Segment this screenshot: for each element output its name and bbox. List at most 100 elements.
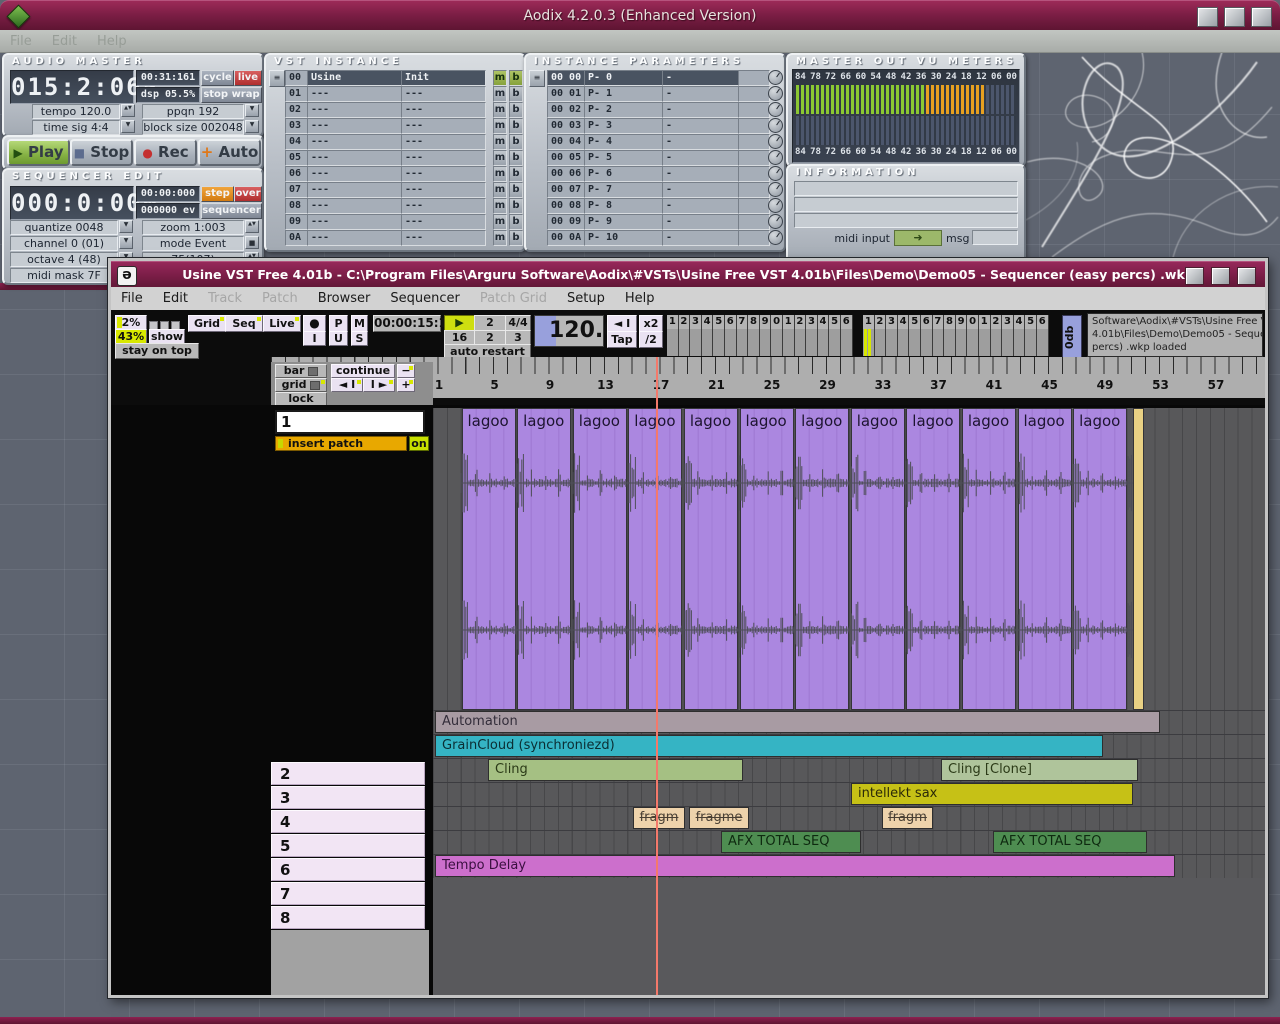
vst-mute-button[interactable]: m — [493, 134, 507, 150]
usine-minimize-button[interactable] — [1185, 267, 1204, 285]
param-value[interactable]: - — [662, 230, 741, 246]
vst-slot-name[interactable]: --- — [307, 214, 404, 230]
live-view-button[interactable]: Live — [263, 315, 301, 332]
vst-bypass-button[interactable]: b — [509, 230, 523, 246]
vst-slot-preset[interactable]: Init — [401, 70, 486, 86]
clip-automation[interactable]: Automation — [435, 711, 1160, 733]
sig-cell-2[interactable]: 4/4 — [505, 315, 531, 331]
u-toggle-button[interactable]: U — [329, 331, 348, 346]
vst-slot-preset[interactable]: --- — [401, 230, 486, 246]
clip-area[interactable]: lagoolagoolagoolagoolagoolagoolagoolagoo… — [433, 405, 1265, 995]
pattern-cell[interactable] — [991, 329, 1003, 356]
pattern-digit[interactable]: 3 — [690, 315, 702, 329]
clip-cling[interactable]: Cling — [488, 759, 743, 781]
param-value[interactable]: - — [662, 118, 741, 134]
track-header-4[interactable]: 4 — [271, 810, 425, 833]
pattern-digit[interactable]: 2 — [991, 315, 1003, 329]
pattern-bank-a[interactable]: 1234567890123456 — [667, 315, 853, 356]
pattern-digit[interactable]: 8 — [944, 315, 956, 329]
tempo-div2-button[interactable]: /2 — [639, 331, 663, 348]
pattern-cell[interactable] — [795, 329, 807, 356]
clip-intellekt-sax[interactable]: intellekt sax — [851, 783, 1133, 805]
ppqn-field[interactable]: ppqn 192 — [142, 104, 244, 119]
usine-menu-help[interactable]: Help — [615, 287, 665, 306]
channel-drop-button[interactable]: ▼ — [119, 236, 133, 249]
pattern-digit[interactable]: 1 — [979, 315, 991, 329]
pattern-cell[interactable] — [818, 329, 830, 356]
vst-mute-button[interactable]: m — [493, 102, 507, 118]
pattern-digit[interactable]: 1 — [863, 315, 875, 329]
stop-wrap-button[interactable]: stop wrap — [201, 87, 262, 103]
vst-bypass-button[interactable]: b — [509, 214, 523, 230]
clip-fragm[interactable]: fragm — [633, 807, 685, 829]
track-header-7[interactable]: 7 — [271, 882, 425, 905]
param-knob[interactable] — [768, 230, 783, 245]
continue-button[interactable]: continue — [331, 364, 395, 378]
pattern-cell[interactable] — [979, 329, 991, 356]
param-name[interactable]: P- 1 — [584, 86, 665, 102]
param-knob[interactable] — [768, 134, 783, 149]
pattern-cell[interactable] — [702, 329, 714, 356]
param-value[interactable]: - — [662, 102, 741, 118]
pattern-digit[interactable]: 9 — [956, 315, 968, 329]
pattern-cell[interactable] — [806, 329, 818, 356]
usine-titlebar[interactable]: ǝ Usine VST Free 4.01b - C:\Program File… — [111, 261, 1265, 288]
pattern-digit[interactable]: 5 — [909, 315, 921, 329]
sig-cell-3[interactable]: 16 — [444, 330, 475, 345]
bar-ruler[interactable]: 159131721252933374145495357 — [433, 374, 1265, 398]
tap-button[interactable]: Tap — [607, 331, 637, 348]
param-name[interactable]: P- 4 — [584, 134, 665, 150]
loop-end-marker[interactable] — [1133, 408, 1144, 710]
param-value[interactable]: - — [662, 166, 741, 182]
sig-cell-4[interactable]: 2 — [474, 330, 506, 345]
vst-bypass-button[interactable]: b — [509, 166, 523, 182]
grid-mode-button[interactable]: grid — [275, 378, 327, 392]
vst-bypass-button[interactable]: b — [509, 182, 523, 198]
stop-button[interactable]: ■ Stop — [70, 139, 133, 166]
vst-slot-name[interactable]: --- — [307, 102, 404, 118]
param-name[interactable]: P- 9 — [584, 214, 665, 230]
param-knob[interactable] — [768, 214, 783, 229]
vst-slot-name[interactable]: --- — [307, 230, 404, 246]
pattern-cell[interactable] — [690, 329, 702, 356]
pattern-cell[interactable] — [725, 329, 737, 356]
vst-bypass-button[interactable]: b — [509, 118, 523, 134]
param-list-menu-button[interactable]: ≡ — [529, 70, 545, 87]
pattern-cell[interactable] — [760, 329, 772, 356]
sig-cell-5[interactable]: 3 — [505, 330, 531, 345]
pattern-cell[interactable] — [1025, 329, 1037, 356]
tempo-back-button[interactable]: ◄ I — [607, 315, 637, 332]
param-value[interactable]: - — [662, 86, 741, 102]
track-header-3[interactable]: 3 — [271, 786, 425, 809]
pattern-cell[interactable] — [771, 329, 783, 356]
clip-graincloud-synchroniezd-[interactable]: GrainCloud (synchroniezd) — [435, 735, 1103, 757]
param-value[interactable]: - — [662, 182, 741, 198]
vst-slot-name[interactable]: --- — [307, 134, 404, 150]
vst-mute-button[interactable]: m — [493, 230, 507, 246]
track-header-6[interactable]: 6 — [271, 858, 425, 881]
pattern-cell[interactable] — [898, 329, 910, 356]
pattern-digit[interactable]: 6 — [725, 315, 737, 329]
mode-field[interactable]: mode Event — [142, 236, 244, 251]
aodix-minimize-button[interactable] — [1197, 7, 1218, 27]
midi mask-field[interactable]: midi mask 7F — [10, 268, 118, 283]
pattern-digit[interactable]: 0 — [967, 315, 979, 329]
vst-mute-button[interactable]: m — [493, 182, 507, 198]
pattern-bank-b[interactable]: 1234567890123456 — [863, 315, 1049, 356]
pattern-digit[interactable]: 5 — [1025, 315, 1037, 329]
block size-drop-button[interactable]: ▼ — [245, 120, 259, 133]
param-value[interactable]: - — [662, 70, 741, 86]
vst-bypass-button[interactable]: b — [509, 134, 523, 150]
clip-tempo-delay[interactable]: Tempo Delay — [435, 855, 1175, 877]
pattern-cell[interactable] — [875, 329, 887, 356]
param-name[interactable]: P- 10 — [584, 230, 665, 246]
vst-mute-button[interactable]: m — [493, 118, 507, 134]
octave-field[interactable]: octave 4 (48) — [10, 252, 118, 267]
play-button[interactable]: ▶ Play — [7, 139, 70, 166]
aodix-menu-file[interactable]: File — [0, 31, 42, 52]
pattern-digit[interactable]: 5 — [829, 315, 841, 329]
param-name[interactable]: P- 8 — [584, 198, 665, 214]
show-button[interactable]: show — [149, 329, 185, 344]
clip-fragm[interactable]: fragm — [882, 807, 933, 829]
param-knob[interactable] — [768, 166, 783, 181]
